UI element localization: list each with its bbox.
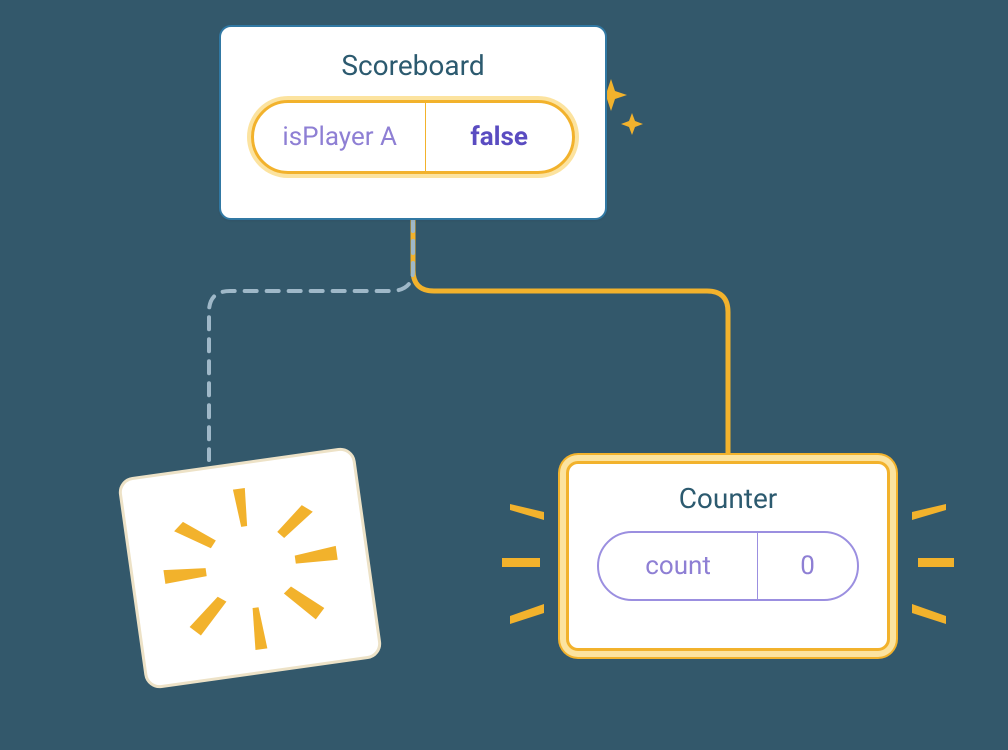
counter-state-pill: count 0 (597, 531, 859, 601)
scoreboard-state-pill: isPlayer A false (251, 100, 575, 174)
scoreboard-title: Scoreboard (221, 49, 605, 82)
state-value: 0 (758, 533, 857, 599)
counter-title: Counter (569, 482, 887, 515)
state-key: isPlayer A (254, 103, 426, 171)
state-key: count (599, 533, 758, 599)
counter-component: Counter count 0 (560, 455, 896, 657)
unmounted-component (119, 448, 382, 689)
scoreboard-component: Scoreboard isPlayer A false (219, 25, 607, 220)
state-value: false (426, 103, 572, 171)
